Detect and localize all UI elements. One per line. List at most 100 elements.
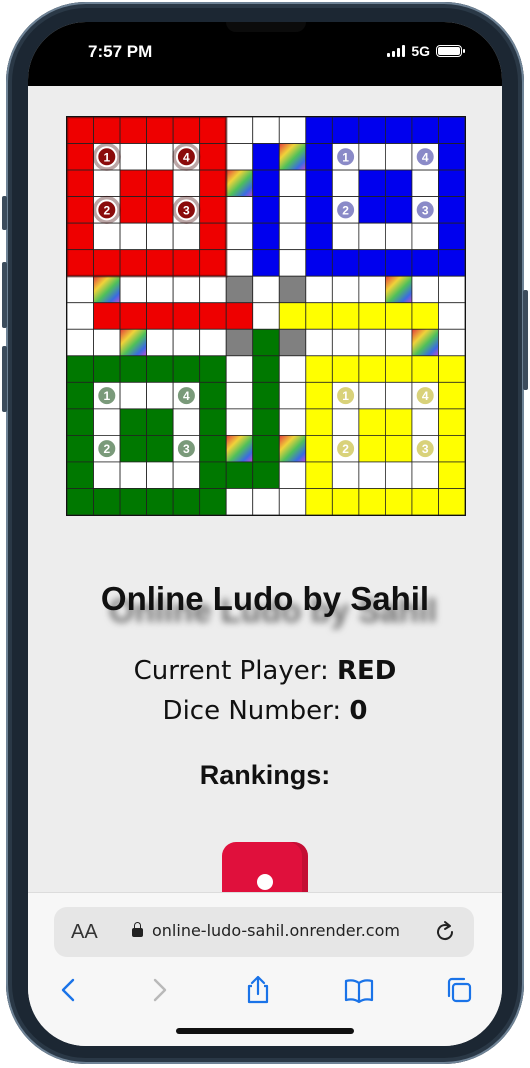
board-cell[interactable]: [225, 488, 254, 515]
board-cell[interactable]: [358, 302, 386, 330]
board-cell[interactable]: [438, 328, 465, 357]
board-cell[interactable]: [172, 249, 201, 277]
board-cell[interactable]: [411, 169, 439, 197]
board-cell[interactable]: [331, 222, 360, 251]
board-cell[interactable]: [119, 249, 147, 277]
board-cell[interactable]: [278, 196, 307, 224]
board-cell[interactable]: [67, 143, 94, 171]
board-cell[interactable]: [93, 249, 121, 277]
address-bar[interactable]: AA online-ludo-sahil.onrender.com: [54, 907, 474, 957]
board-cell[interactable]: [278, 461, 307, 489]
board-cell[interactable]: [67, 488, 94, 515]
board-cell[interactable]: [93, 355, 121, 383]
board-cell[interactable]: [278, 169, 307, 197]
board-cell[interactable]: [199, 117, 227, 144]
text-size-button[interactable]: AA: [71, 921, 98, 944]
board-cell[interactable]: [146, 143, 174, 171]
board-cell[interactable]: [252, 169, 280, 197]
board-cell[interactable]: [384, 434, 413, 463]
board-cell[interactable]: [119, 222, 147, 251]
board-cell[interactable]: [225, 117, 254, 144]
board-cell[interactable]: [146, 196, 174, 224]
board-cell[interactable]: [305, 169, 333, 197]
board-cell[interactable]: [252, 196, 280, 224]
board-cell[interactable]: [305, 222, 333, 251]
board-cell[interactable]: [358, 461, 386, 489]
board-cell[interactable]: [172, 275, 201, 304]
board-cell[interactable]: [225, 249, 254, 277]
board-cell[interactable]: [225, 381, 254, 410]
board-cell[interactable]: [199, 196, 227, 224]
board-cell[interactable]: [146, 328, 174, 357]
board-cell[interactable]: [146, 169, 174, 197]
board-cell[interactable]: [146, 222, 174, 251]
board-cell[interactable]: [411, 275, 439, 304]
board-cell[interactable]: [438, 222, 465, 251]
board-cell[interactable]: [93, 461, 121, 489]
board-cell[interactable]: [67, 355, 94, 383]
board-cell[interactable]: [67, 169, 94, 197]
board-cell[interactable]: [331, 302, 360, 330]
board-cell[interactable]: [438, 488, 465, 515]
board-cell[interactable]: [358, 488, 386, 515]
safe-square[interactable]: [384, 275, 413, 304]
board-cell[interactable]: [119, 488, 147, 515]
board-cell[interactable]: [438, 117, 465, 144]
board-cell[interactable]: [305, 143, 333, 171]
board-cell[interactable]: [146, 302, 174, 330]
red-token-4[interactable]: 4: [172, 142, 201, 171]
board-cell[interactable]: [384, 381, 413, 410]
board-cell[interactable]: [305, 117, 333, 144]
board-cell[interactable]: [172, 488, 201, 515]
board-cell[interactable]: [119, 275, 147, 304]
board-cell[interactable]: [146, 249, 174, 277]
red-token-3[interactable]: 3: [172, 195, 201, 224]
tabs-icon[interactable]: [444, 975, 474, 1005]
board-cell[interactable]: [305, 249, 333, 277]
board-cell[interactable]: [67, 275, 94, 304]
board-cell[interactable]: [384, 169, 413, 197]
board-cell[interactable]: [119, 169, 147, 197]
board-cell[interactable]: [358, 169, 386, 197]
board-cell[interactable]: [358, 408, 386, 436]
board-cell[interactable]: [252, 222, 280, 251]
board-cell[interactable]: [199, 222, 227, 251]
board-cell[interactable]: [305, 196, 333, 224]
board-cell[interactable]: [199, 355, 227, 383]
board-cell[interactable]: [305, 275, 333, 304]
board-cell[interactable]: [384, 328, 413, 357]
board-cell[interactable]: [225, 196, 254, 224]
board-cell[interactable]: [252, 275, 280, 304]
board-cell[interactable]: [93, 488, 121, 515]
board-cell[interactable]: [252, 328, 280, 357]
board-cell[interactable]: [119, 381, 147, 410]
board-cell[interactable]: [225, 302, 254, 330]
board-cell[interactable]: [358, 381, 386, 410]
board-cell[interactable]: [199, 169, 227, 197]
board-cell[interactable]: [172, 328, 201, 357]
board-cell[interactable]: [146, 355, 174, 383]
board-cell[interactable]: [199, 143, 227, 171]
safe-square[interactable]: [278, 434, 307, 463]
board-cell[interactable]: [67, 196, 94, 224]
board-cell[interactable]: [93, 117, 121, 144]
board-cell[interactable]: [199, 408, 227, 436]
board-cell[interactable]: [358, 222, 386, 251]
board-cell[interactable]: [278, 117, 307, 144]
board-cell[interactable]: [93, 328, 121, 357]
green-token-1[interactable]: 1: [96, 385, 118, 407]
board-cell[interactable]: [438, 196, 465, 224]
board-cell[interactable]: [252, 355, 280, 383]
board-cell[interactable]: [252, 461, 280, 489]
board-cell[interactable]: [331, 408, 360, 436]
board-cell[interactable]: [172, 117, 201, 144]
board-cell[interactable]: [278, 381, 307, 410]
board-cell[interactable]: [146, 434, 174, 463]
board-cell[interactable]: [119, 434, 147, 463]
board-cell[interactable]: [358, 328, 386, 357]
blue-token-1[interactable]: 1: [335, 146, 357, 168]
board-cell[interactable]: [278, 408, 307, 436]
board-cell[interactable]: [146, 488, 174, 515]
green-token-2[interactable]: 2: [96, 438, 118, 460]
board-cell[interactable]: [172, 461, 201, 489]
